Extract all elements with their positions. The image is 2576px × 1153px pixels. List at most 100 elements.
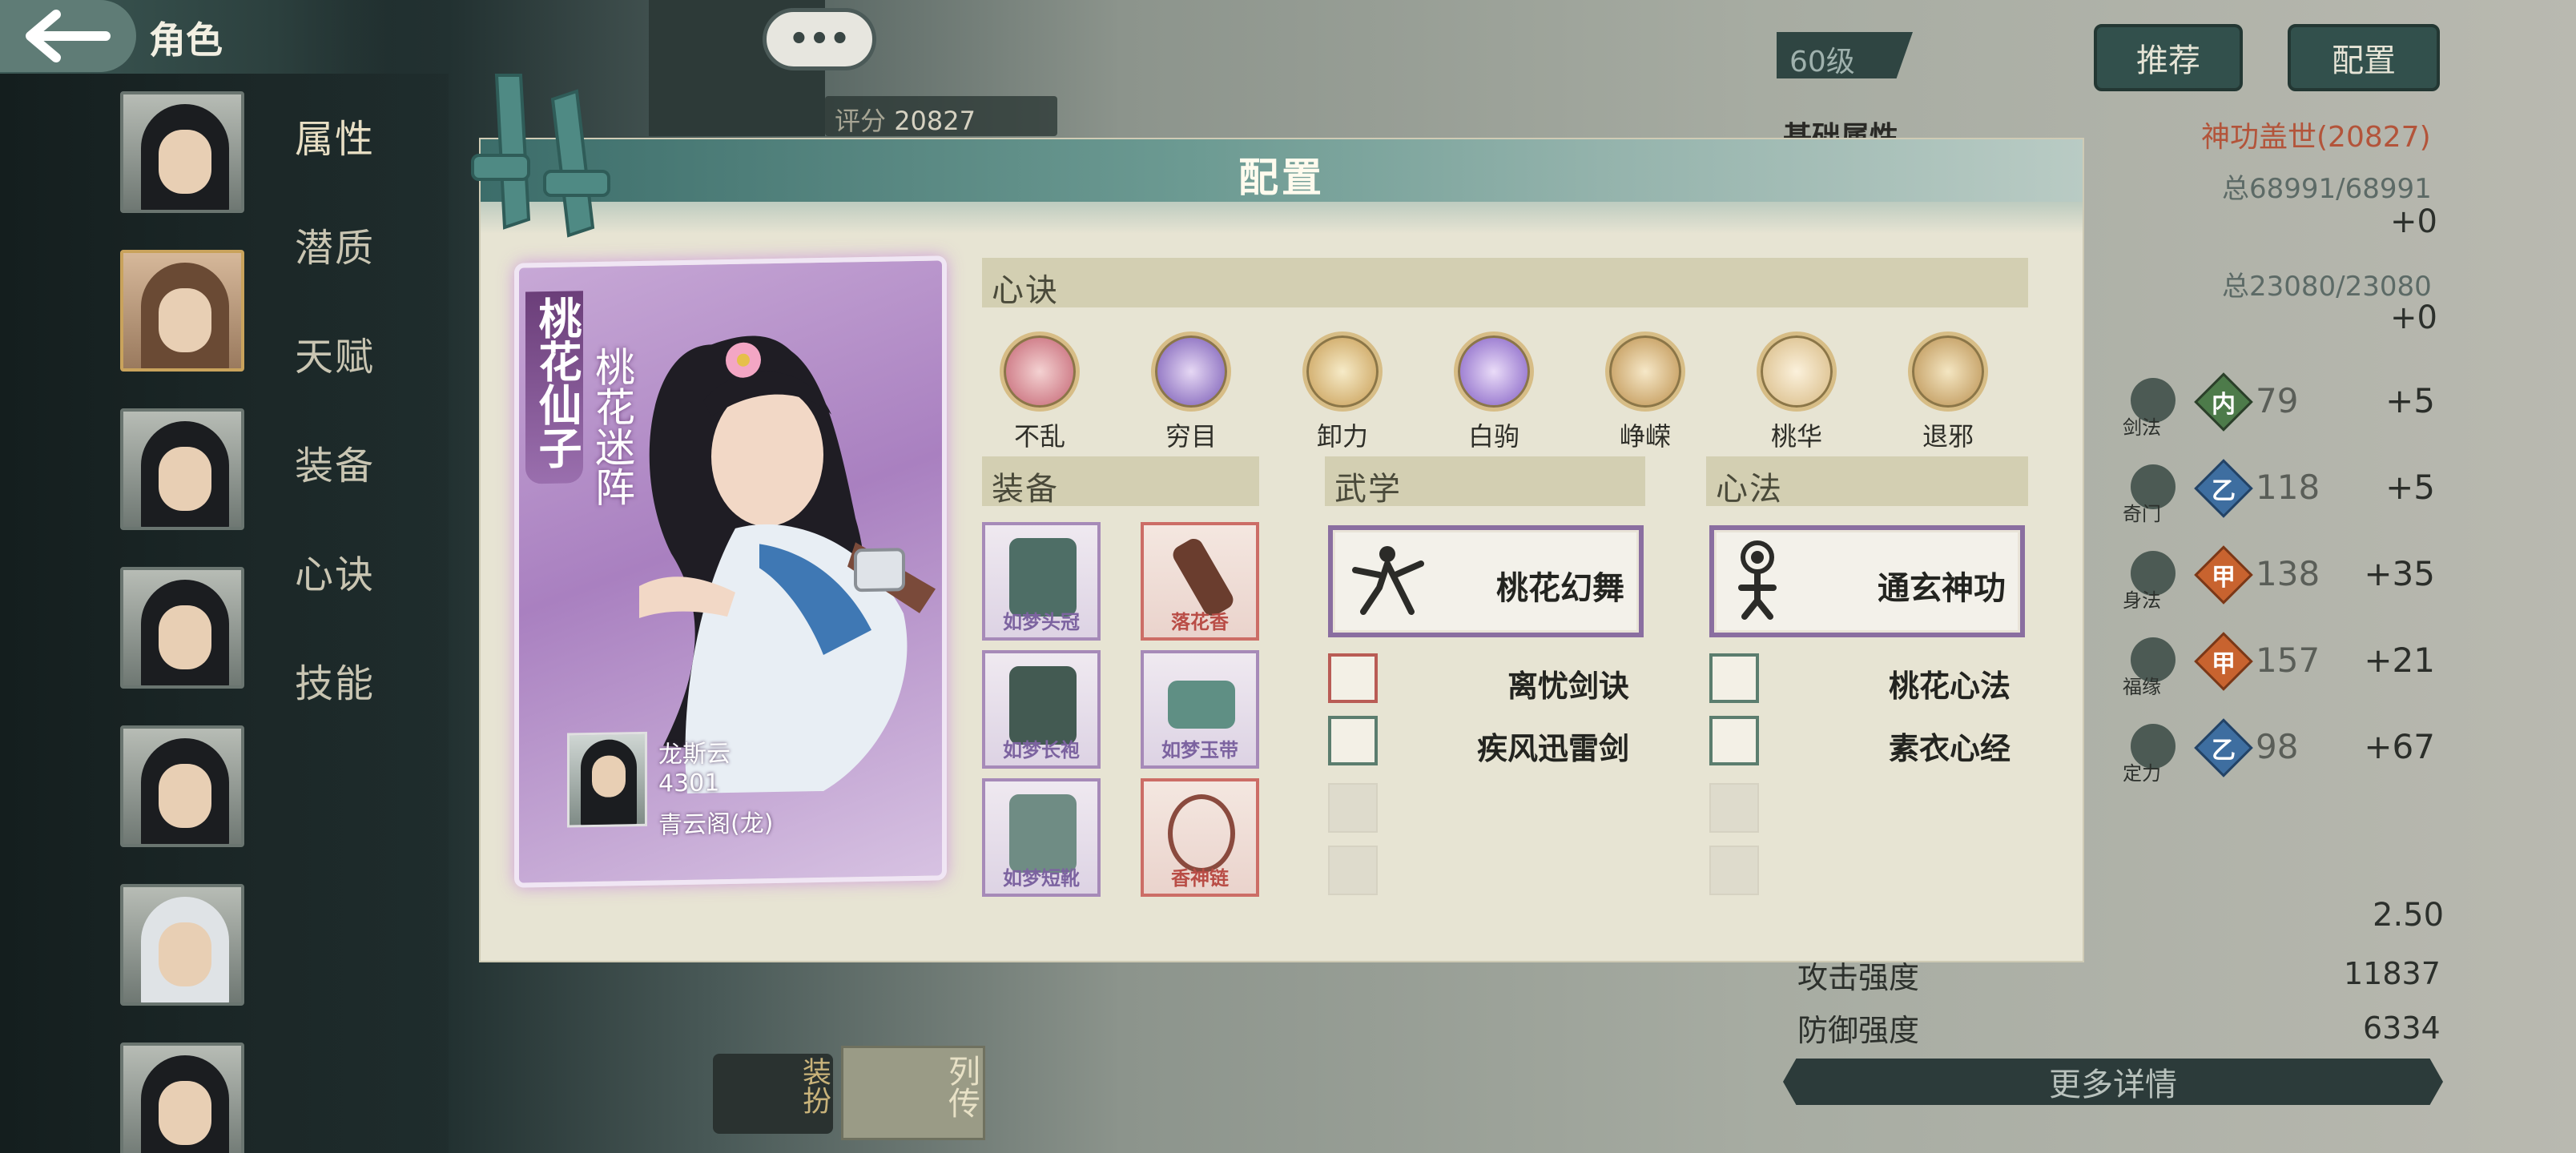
nav-attributes[interactable]: 属性	[295, 107, 375, 163]
attr-category: 福缘	[2123, 676, 2161, 698]
nav-xinjue[interactable]: 心诀	[295, 543, 375, 599]
skill-name: 不乱	[1013, 421, 1065, 452]
attr-category: 剑法	[2123, 416, 2161, 439]
skill-name: 离忧剑诀	[1507, 669, 1629, 704]
character-portrait[interactable]	[120, 408, 244, 530]
character-portrait[interactable]	[120, 91, 244, 213]
attr-category: 定力	[2123, 762, 2161, 785]
nav-potential[interactable]: 潜质	[295, 216, 375, 272]
xinjue-skill-taohua[interactable]: 桃华	[1745, 331, 1849, 453]
wuxue-main-skill[interactable]: 桃花幻舞	[1328, 525, 1644, 637]
attr-bonus: +67	[2364, 727, 2435, 766]
biography-tab[interactable]: 列传	[841, 1046, 985, 1140]
attr-bonus: +21	[2364, 641, 2435, 680]
equip-name: 如梦长袍	[1003, 739, 1080, 761]
skill-name: 桃花幻舞	[1496, 570, 1624, 607]
outfit-tab[interactable]: 装扮	[713, 1054, 833, 1134]
character-subtitle: 桃花迷阵	[589, 346, 635, 508]
skill-orb-icon	[1908, 331, 1988, 412]
xinfa-sub-skill[interactable]: 桃花心法	[1709, 653, 2025, 706]
equip-name: 落花香	[1171, 611, 1229, 633]
more-details-button[interactable]: 更多详情	[1783, 1059, 2443, 1105]
nav-equipment[interactable]: 装备	[295, 434, 375, 490]
attack-value: 11837	[2344, 956, 2441, 991]
attr-bonus: +5	[2385, 381, 2435, 420]
defense-label: 防御强度	[1797, 1013, 1920, 1048]
biography-tab-label: 列传	[943, 1055, 980, 1119]
xinjue-skill-baiju[interactable]: 白驹	[1442, 331, 1546, 453]
skill-name: 穷目	[1165, 421, 1217, 452]
gem-label: 乙	[2212, 477, 2236, 505]
equip-slot-body[interactable]: 如梦长袍	[982, 650, 1101, 769]
equip-slot-boots[interactable]: 如梦短靴	[982, 778, 1101, 897]
wuxue-empty-slot[interactable]	[1328, 846, 1644, 898]
config-button[interactable]: 配置	[2288, 24, 2440, 91]
bottom-tabs: 装扮 列传	[713, 1046, 985, 1142]
attr-row-focus: 定力 乙 98 +67	[2123, 716, 2435, 785]
chat-button[interactable]: •••	[763, 8, 876, 70]
defense-value: 6334	[2363, 1010, 2441, 1046]
equip-slot-weapon[interactable]: 落花香	[1141, 522, 1259, 641]
game-screen: ••• 评分 20827 属性 潜质 天赋 装备 心诀 技能 角色 60级 推荐…	[0, 0, 2576, 1153]
attr-bonus: +5	[2385, 468, 2435, 507]
skill-orb-icon	[1454, 331, 1534, 412]
meditation-skill-icon	[1709, 716, 1759, 765]
character-portrait[interactable]	[120, 725, 244, 847]
nav-skills[interactable]: 技能	[295, 652, 375, 708]
level-badge: 60级	[1777, 32, 1913, 78]
equip-slot-belt[interactable]: 如梦玉带	[1141, 650, 1259, 769]
belt-icon	[1168, 681, 1235, 729]
hp-bonus: +0	[2390, 203, 2437, 240]
skill-orb-icon	[1000, 331, 1080, 412]
xinjue-skill-buluan[interactable]: 不乱	[988, 331, 1092, 453]
character-portrait[interactable]	[120, 567, 244, 689]
score-label: 评分	[835, 106, 887, 136]
xinfa-sub-skill[interactable]: 素衣心经	[1709, 716, 2025, 769]
meditation-icon	[1738, 540, 1777, 620]
skill-name: 桃华	[1770, 421, 1822, 452]
xinjue-skill-tuixie[interactable]: 退邪	[1896, 331, 2000, 453]
character-portrait-selected[interactable]	[120, 250, 244, 372]
character-title: 桃花仙子	[531, 295, 582, 470]
xinjue-skill-zhengrong[interactable]: 峥嵘	[1593, 331, 1697, 453]
wuxue-empty-slot[interactable]	[1328, 783, 1644, 836]
attr-category: 身法	[2123, 589, 2161, 612]
equip-slot-necklace[interactable]: 香神链	[1141, 778, 1259, 897]
attr-value: 138	[2256, 554, 2320, 593]
gem-label: 甲	[2212, 650, 2236, 678]
empty-slot	[1709, 846, 1759, 895]
character-portrait[interactable]	[120, 1043, 244, 1153]
wuxue-sub-skill[interactable]: 离忧剑诀	[1328, 653, 1644, 706]
xinfa-empty-slot[interactable]	[1709, 846, 2025, 898]
xinjue-skill-xieli[interactable]: 卸力	[1290, 331, 1395, 453]
skill-orb-icon	[1757, 331, 1837, 412]
skill-name: 峥嵘	[1619, 421, 1671, 452]
boots-icon	[1009, 794, 1077, 873]
owner-id: 4301	[658, 769, 720, 798]
mp-bonus: +0	[2390, 299, 2437, 336]
sword-skill-icon	[1328, 716, 1378, 765]
arrow-left-icon	[26, 10, 111, 62]
attr-value: 157	[2256, 641, 2320, 680]
attr-row-qimen: 奇门 乙 118 +5	[2123, 456, 2435, 525]
character-portrait[interactable]	[120, 884, 244, 1006]
wuxue-sub-skill[interactable]: 疾风迅雷剑	[1328, 716, 1644, 769]
nav-talent[interactable]: 天赋	[295, 325, 375, 381]
equip-name: 如梦玉带	[1161, 739, 1238, 761]
attr-value: 79	[2256, 381, 2299, 420]
equip-slot-head[interactable]: 如梦头冠	[982, 522, 1101, 641]
xinfa-main-skill[interactable]: 通玄神功	[1709, 525, 2025, 637]
xinjue-skill-qiongmu[interactable]: 穷目	[1139, 331, 1243, 453]
hp-total: 总68991/68991	[2222, 173, 2432, 205]
recommend-button[interactable]: 推荐	[2094, 24, 2243, 91]
attr-row-agility: 身法 甲 138 +35	[2123, 543, 2435, 612]
equip-name: 如梦短靴	[1003, 867, 1080, 890]
xinfa-empty-slot[interactable]	[1709, 783, 2025, 836]
rating-label: 神功盖世(20827)	[2201, 121, 2431, 154]
crit-value: 2.50	[2373, 897, 2445, 934]
back-button[interactable]	[0, 0, 136, 72]
character-card[interactable]: 桃花仙子 桃花迷阵 龙斯云 4301 青云阁(龙)	[514, 255, 947, 888]
wuxue-section-header: 武学	[1325, 456, 1645, 508]
owner-guild: 青云阁(龙)	[658, 810, 774, 840]
equip-name: 香神链	[1171, 867, 1229, 890]
